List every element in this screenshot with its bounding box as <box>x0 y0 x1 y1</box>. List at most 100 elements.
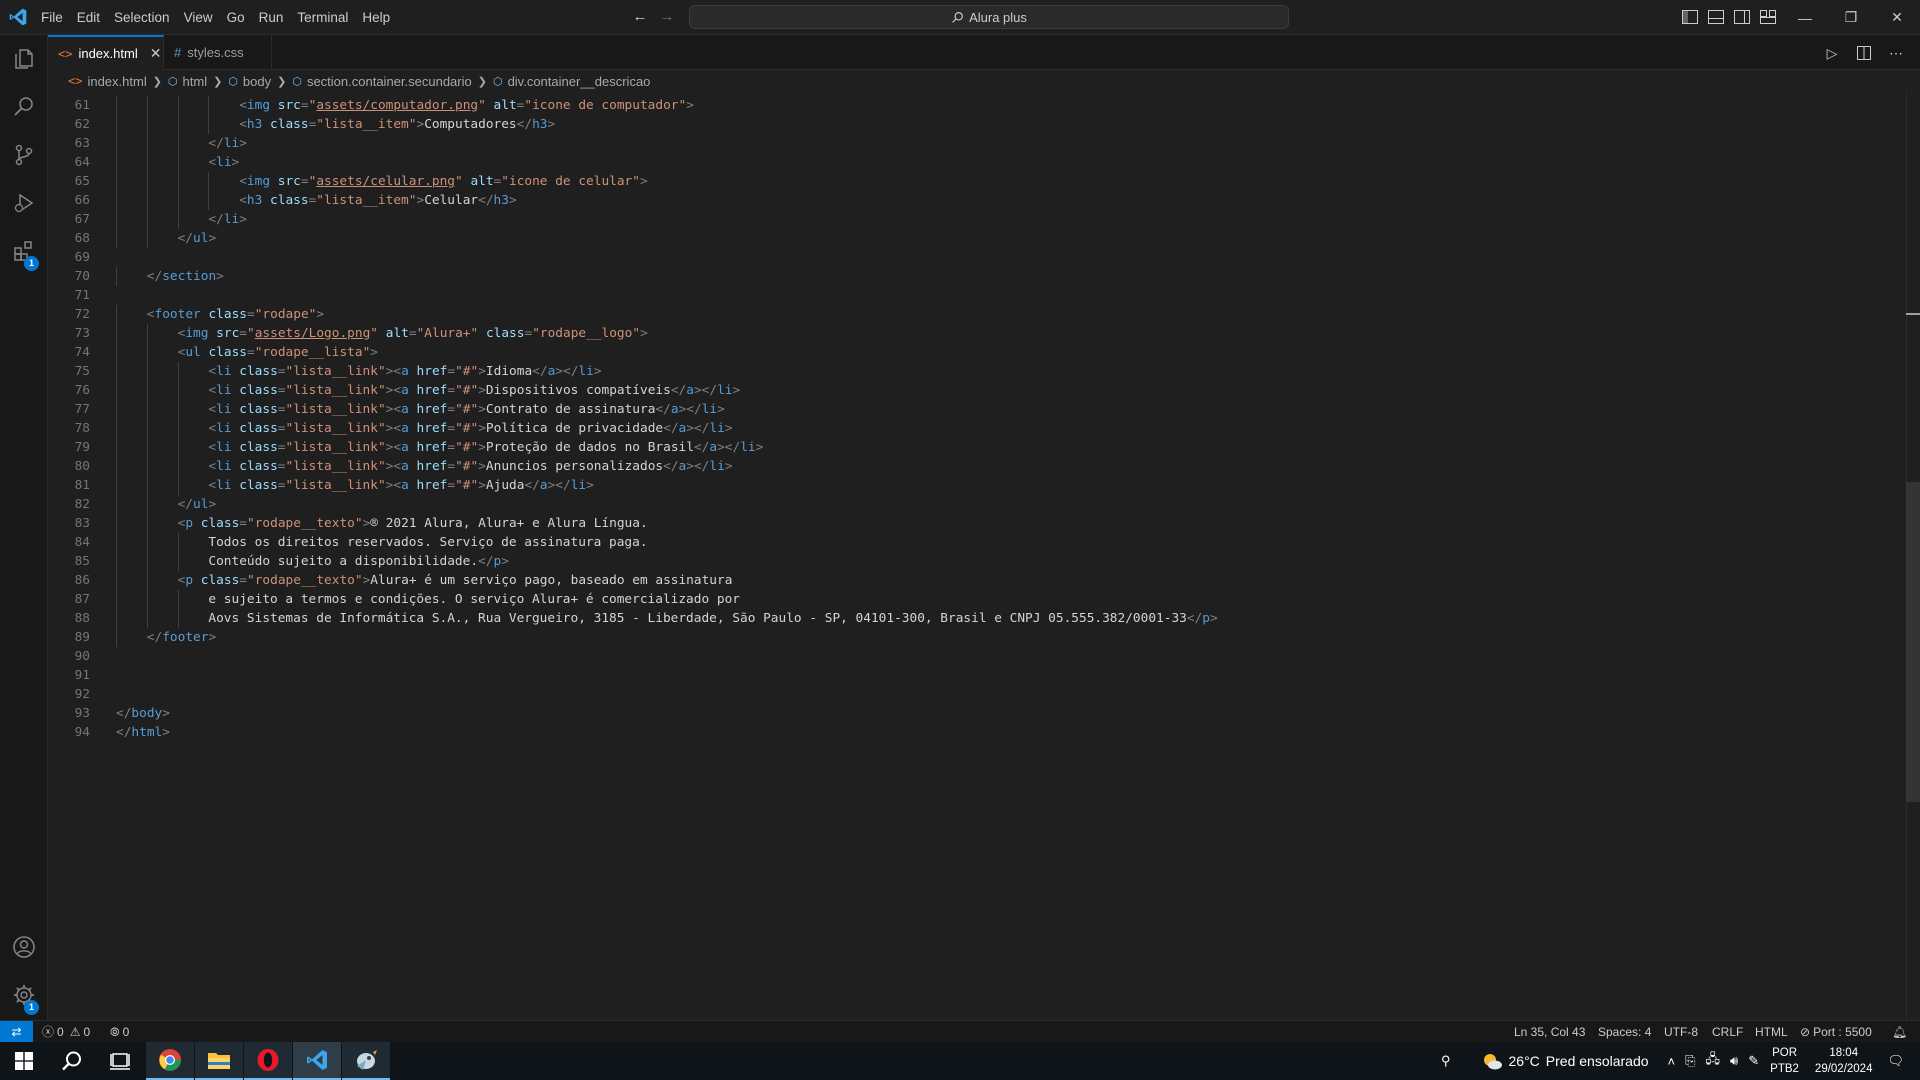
taskbar-search-icon[interactable] <box>48 1042 96 1080</box>
toggle-secondary-sidebar-icon[interactable] <box>1732 6 1752 28</box>
live-server-port[interactable]: ⊘ Port : 5500 <box>1800 1021 1872 1043</box>
code-line[interactable]: 81 <li class="lista__link"><a href="#">Aj… <box>48 476 594 495</box>
code-line[interactable]: 67 </li> <box>48 210 247 229</box>
minimize-icon[interactable]: — <box>1782 0 1828 35</box>
run-icon[interactable]: ▷ <box>1822 43 1842 63</box>
code-line[interactable]: 93 </body> <box>48 704 170 723</box>
menu-run[interactable]: Run <box>252 6 291 30</box>
menu-terminal[interactable]: Terminal <box>290 6 355 30</box>
breadcrumb-item[interactable]: <> index.html <box>68 74 147 89</box>
remote-indicator-icon[interactable]: ⇄ <box>0 1021 33 1043</box>
code-editor[interactable]: 61 <img src="assets/computador.png" alt="… <box>48 92 1920 1020</box>
task-view-icon[interactable] <box>96 1042 144 1080</box>
toggle-panel-icon[interactable] <box>1706 6 1726 28</box>
restore-icon[interactable]: ❐ <box>1828 0 1874 35</box>
customize-layout-icon[interactable] <box>1758 6 1778 28</box>
breadcrumb-item[interactable]: ⬡ section.container.secundario <box>292 74 471 89</box>
close-icon[interactable]: ✕ <box>150 45 162 62</box>
code-line[interactable]: 68 </ul> <box>48 229 216 248</box>
source-control-icon[interactable] <box>12 143 36 167</box>
network-icon[interactable]: 🖧︎ <box>1706 1050 1721 1072</box>
breadcrumb-item[interactable]: ⬡ html <box>168 74 207 89</box>
code-line[interactable]: 77 <li class="lista__link"><a href="#">Co… <box>48 400 725 419</box>
code-line[interactable]: 64 <li> <box>48 153 239 172</box>
code-line[interactable]: 69 <box>48 248 90 267</box>
menu-file[interactable]: File <box>34 6 70 30</box>
close-window-icon[interactable]: ✕ <box>1874 0 1920 35</box>
app-parrot-icon[interactable] <box>342 1042 390 1080</box>
people-icon[interactable]: ⚲ <box>1441 1053 1451 1069</box>
code-line[interactable]: 85 Conteúdo sujeito a disponibilidade.</p… <box>48 552 509 571</box>
code-line[interactable]: 89 </footer> <box>48 628 216 647</box>
code-line[interactable]: 70 </section> <box>48 267 224 286</box>
chrome-icon[interactable] <box>146 1042 194 1080</box>
menu-selection[interactable]: Selection <box>107 6 177 30</box>
code-line[interactable]: 62 <h3 class="lista__item">Computadores</… <box>48 115 555 134</box>
menu-go[interactable]: Go <box>220 6 252 30</box>
code-line[interactable]: 82 </ul> <box>48 495 216 514</box>
code-line[interactable]: 76 <li class="lista__link"><a href="#">Di… <box>48 381 740 400</box>
indentation[interactable]: Spaces: 4 <box>1598 1021 1651 1043</box>
volume-icon[interactable]: 🔊︎ <box>1730 1053 1738 1069</box>
code-line[interactable]: 61 <img src="assets/computador.png" alt="… <box>48 96 694 115</box>
run-debug-icon[interactable] <box>12 191 36 215</box>
code-line[interactable]: 87 e sujeito a termos e condições. O serv… <box>48 590 740 609</box>
code-line[interactable]: 86 <p class="rodape__texto">Alura+ é um s… <box>48 571 732 590</box>
code-line[interactable]: 74 <ul class="rodape__lista"> <box>48 343 378 362</box>
code-line[interactable]: 80 <li class="lista__link"><a href="#">An… <box>48 457 733 476</box>
code-line[interactable]: 78 <li class="lista__link"><a href="#">Po… <box>48 419 733 438</box>
pen-icon[interactable]: ✎ <box>1748 1053 1759 1069</box>
breadcrumb-item[interactable]: ⬡ div.container__descricao <box>493 74 650 89</box>
meet-icon[interactable]: ⎘ <box>1685 1053 1695 1069</box>
code-line[interactable]: 73 <img src="assets/Logo.png" alt="Alura+… <box>48 324 648 343</box>
menu-edit[interactable]: Edit <box>70 6 107 30</box>
code-line[interactable]: 94 </html> <box>48 723 170 742</box>
code-line[interactable]: 71 <box>48 286 90 305</box>
ports-indicator[interactable]: ⦾ 0 <box>110 1021 129 1043</box>
split-editor-icon[interactable] <box>1854 43 1874 63</box>
vscode-taskbar-icon[interactable] <box>293 1042 341 1080</box>
tab-styles-css[interactable]: # styles.css <box>164 35 272 70</box>
code-line[interactable]: 72 <footer class="rodape"> <box>48 305 324 324</box>
code-line[interactable]: 92 <box>48 685 90 704</box>
code-line[interactable]: 75 <li class="lista__link"><a href="#">Id… <box>48 362 602 381</box>
chevron-up-icon[interactable]: ˄ <box>1668 1054 1676 1069</box>
menu-view[interactable]: View <box>177 6 220 30</box>
vertical-scrollbar[interactable] <box>1906 92 1920 1020</box>
notification-center-icon[interactable]: 🗨︎ <box>1887 1053 1904 1069</box>
cursor-position[interactable]: Ln 35, Col 43 <box>1514 1021 1585 1043</box>
code-line[interactable]: 79 <li class="lista__link"><a href="#">Pr… <box>48 438 763 457</box>
scrollbar-thumb[interactable] <box>1906 482 1920 802</box>
search-icon[interactable] <box>12 95 36 119</box>
problems-indicator[interactable]: ⓧ 0 ⚠ 0 <box>42 1021 90 1043</box>
indent-guide <box>146 457 148 476</box>
windows-start-icon[interactable] <box>0 1042 48 1080</box>
language-indicator[interactable]: POR PTB2 <box>1770 1045 1799 1077</box>
code-line[interactable]: 90 <box>48 647 90 666</box>
more-actions-icon[interactable]: ⋯ <box>1886 43 1906 63</box>
end-of-line[interactable]: CRLF <box>1712 1021 1743 1043</box>
code-line[interactable]: 83 <p class="rodape__texto">® 2021 Alura,… <box>48 514 648 533</box>
code-line[interactable]: 84 Todos os direitos reservados. Serviço … <box>48 533 648 552</box>
arrow-left-icon[interactable]: ← <box>630 7 650 27</box>
clock[interactable]: 18:04 29/02/2024 <box>1815 1045 1873 1077</box>
arrow-right-icon[interactable]: → <box>657 7 677 27</box>
account-icon[interactable] <box>12 935 36 959</box>
toggle-primary-sidebar-icon[interactable] <box>1680 6 1700 28</box>
language-mode[interactable]: HTML <box>1755 1021 1788 1043</box>
code-line[interactable]: 91 <box>48 666 90 685</box>
notifications-icon[interactable]: 🔔︎ <box>1892 1021 1907 1043</box>
code-line[interactable]: 63 </li> <box>48 134 247 153</box>
code-line[interactable]: 66 <h3 class="lista__item">Celular</h3> <box>48 191 517 210</box>
command-center-search[interactable]: Alura plus <box>689 5 1289 29</box>
tab-index-html[interactable]: <> index.html ✕ <box>48 35 164 70</box>
code-line[interactable]: 88 Aovs Sistemas de Informática S.A., Rua… <box>48 609 1218 628</box>
opera-icon[interactable] <box>244 1042 292 1080</box>
encoding[interactable]: UTF-8 <box>1664 1021 1698 1043</box>
explorer-icon[interactable] <box>12 47 36 71</box>
weather-widget[interactable]: 26°C Pred ensolarado <box>1481 1051 1649 1071</box>
breadcrumb-item[interactable]: ⬡ body <box>228 74 271 89</box>
menu-help[interactable]: Help <box>355 6 397 30</box>
code-line[interactable]: 65 <img src="assets/celular.png" alt="ico… <box>48 172 648 191</box>
file-explorer-icon[interactable] <box>195 1042 243 1080</box>
